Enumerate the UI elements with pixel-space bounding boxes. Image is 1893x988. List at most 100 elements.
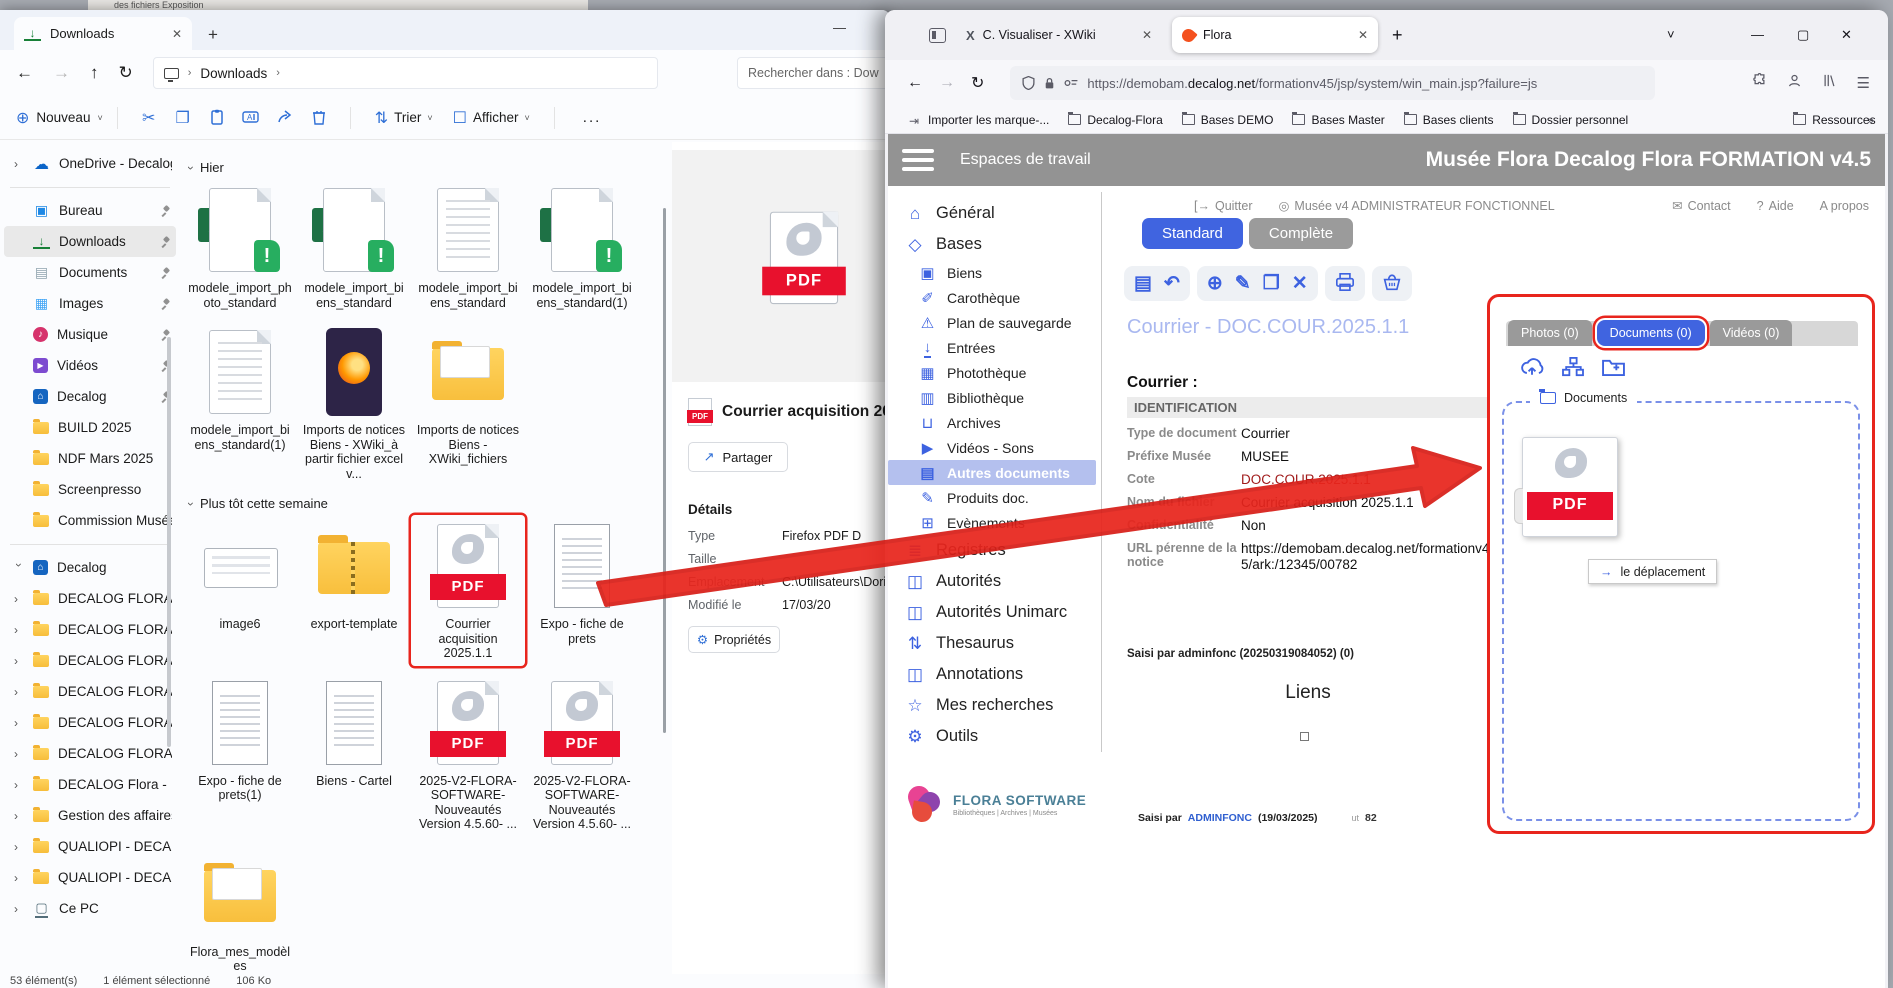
sidebar-item[interactable]: › QUALIOPI - DECA <box>4 862 176 893</box>
menu-item[interactable]: Bases <box>888 229 1102 260</box>
undo-button[interactable]: ↶ <box>1164 274 1180 293</box>
delete-record-button[interactable]: ✕ <box>1292 274 1308 293</box>
list-view-button[interactable]: ▤ <box>1134 274 1152 293</box>
sidebar-item[interactable]: › DECALOG FLORA <box>4 707 176 738</box>
chevron-icon[interactable]: › <box>14 654 24 668</box>
firefox-view-icon[interactable] <box>929 28 946 43</box>
tab-xwiki[interactable]: X C. Visualiser - XWiki ✕ <box>956 17 1162 53</box>
tab-close-icon[interactable]: ✕ <box>1358 28 1368 42</box>
menu-item[interactable]: Annotations <box>888 659 1102 690</box>
menu-item[interactable]: Autorités <box>888 566 1102 597</box>
file-item[interactable]: PDF Imports de notices Biens - XWiki_à p… <box>297 321 411 486</box>
file-item[interactable]: PDF modele_import_biens_standard(1) <box>183 321 297 486</box>
bookmark-item[interactable]: Bases Master <box>1292 113 1384 127</box>
help-link[interactable]: ?Aide <box>1757 199 1794 213</box>
file-item[interactable]: PDF 2025-V2-FLORA-SOFTWARE-Nouveautés Ve… <box>525 672 639 837</box>
sidebar-item[interactable]: › Commission Musée <box>4 505 176 536</box>
more-options-button[interactable]: ... <box>583 109 602 126</box>
breadcrumb[interactable]: › Downloads › <box>153 57 658 89</box>
file-item[interactable]: PDF modele_import_biens_standard <box>411 179 525 315</box>
menu-item[interactable]: Thesaurus <box>888 628 1102 659</box>
menu-item[interactable]: Biens <box>888 260 1102 285</box>
lock-icon[interactable] <box>1044 77 1055 90</box>
tab-flora[interactable]: Flora ✕ <box>1172 17 1378 53</box>
thumbnail-handle[interactable] <box>1514 488 1523 524</box>
forward-button[interactable]: → <box>53 63 70 83</box>
upload-icon[interactable] <box>1520 357 1544 383</box>
sidebar-item[interactable]: › NDF Mars 2025 <box>4 443 176 474</box>
chevron-icon[interactable]: › <box>14 623 24 637</box>
group-header-yesterday[interactable]: › Hier <box>189 160 661 175</box>
extensions-icon[interactable] <box>1752 73 1767 93</box>
menu-item[interactable]: Vidéos - Sons <box>888 435 1102 460</box>
new-button[interactable]: ⊕ Nouveau ˅ <box>16 108 103 128</box>
menu-item[interactable]: Entrées <box>888 335 1102 360</box>
new-tab-button[interactable]: + <box>1392 25 1403 46</box>
paste-button[interactable] <box>200 109 234 127</box>
chevron-icon[interactable]: › <box>14 747 24 761</box>
bookmark-item[interactable]: Dossier personnel <box>1513 113 1629 127</box>
bookmark-item[interactable]: Bases clients <box>1404 113 1494 127</box>
share-button[interactable] <box>268 109 302 127</box>
search-input[interactable]: Rechercher dans : Dow <box>737 57 890 89</box>
sidebar-item[interactable]: › DECALOG FLORA <box>4 583 176 614</box>
file-item[interactable]: PDF Imports de notices Biens - XWiki_fic… <box>411 321 525 486</box>
reload-button[interactable]: ↻ <box>971 73 984 93</box>
url-text[interactable]: https://demobam.decalog.net/formationv45… <box>1087 76 1537 91</box>
back-button[interactable]: ← <box>16 63 33 83</box>
refresh-button[interactable]: ↻ <box>119 63 133 83</box>
new-tab-button[interactable]: + <box>208 25 218 50</box>
file-item[interactable]: PDF Flora_mes_modèles <box>183 843 297 975</box>
file-item[interactable]: PDF modele_import_biens_standard <box>297 179 411 315</box>
list-all-tabs-icon[interactable]: ˅ <box>1667 27 1675 42</box>
menu-item[interactable]: Mes recherches <box>888 690 1102 721</box>
sidebar-item[interactable]: › Gestion des affaires <box>4 800 176 831</box>
file-item[interactable]: PDF 2025-V2-FLORA-SOFTWARE-Nouveautés Ve… <box>411 672 525 837</box>
tab-close-icon[interactable]: ✕ <box>1142 28 1152 42</box>
sidebar-item[interactable]: › DECALOG FLORA <box>4 645 176 676</box>
chevron-icon[interactable]: › <box>14 809 24 823</box>
copy-button[interactable]: ❐ <box>166 108 200 128</box>
group-header-earlier-this-week[interactable]: › Plus tôt cette semaine <box>189 496 661 511</box>
contact-link[interactable]: ✉Contact <box>1672 198 1731 213</box>
print-button[interactable] <box>1335 273 1355 295</box>
sidebar-item[interactable]: › Decalog <box>4 381 176 412</box>
breadcrumb-item[interactable]: Downloads <box>200 66 267 81</box>
menu-item[interactable]: Outils <box>888 721 1102 752</box>
forward-button[interactable]: → <box>939 74 955 92</box>
menu-item[interactable]: Général <box>888 198 1102 229</box>
sidebar-item[interactable]: › Bureau <box>4 195 176 226</box>
minimize-button[interactable]: — <box>1751 27 1764 42</box>
file-item[interactable]: PDF Expo - fiche de prets <box>525 515 639 666</box>
sidebar-item[interactable]: › DECALOG Flora - … <box>4 769 176 800</box>
edit-record-button[interactable]: ✎ <box>1235 274 1251 293</box>
media-tab[interactable]: Vidéos (0) <box>1710 320 1793 346</box>
sort-button[interactable]: ⇅ Trier ˅ <box>375 108 433 128</box>
file-item[interactable]: PDF Biens - Cartel <box>297 672 411 837</box>
about-link[interactable]: A propos <box>1820 199 1869 213</box>
menu-item[interactable]: Carothèque <box>888 285 1102 310</box>
file-item[interactable]: PDF export-template <box>297 515 411 666</box>
menu-item[interactable]: Photothèque <box>888 360 1102 385</box>
menu-item[interactable]: Archives <box>888 410 1102 435</box>
media-tab[interactable]: Documents (0) <box>1597 320 1705 346</box>
pdf-document-thumbnail[interactable]: PDF <box>1522 437 1618 537</box>
sidebar-item[interactable]: › BUILD 2025 <box>4 412 176 443</box>
bookmark-item[interactable]: Bases DEMO <box>1182 113 1274 127</box>
sidebar-item[interactable]: › Musique <box>4 319 176 350</box>
container-icon[interactable] <box>1064 77 1078 89</box>
grid-scrollbar[interactable] <box>663 208 666 733</box>
share-file-button[interactable]: ↗ Partager <box>688 442 788 472</box>
links-checkbox[interactable] <box>1300 732 1309 741</box>
complete-mode-button[interactable]: Complète <box>1249 218 1353 249</box>
copy-record-button[interactable]: ❐ <box>1263 274 1280 293</box>
tab-close-icon[interactable]: ✕ <box>172 27 182 41</box>
chevron-icon[interactable]: › <box>14 157 24 171</box>
sidebar-item[interactable]: › Downloads <box>4 226 176 257</box>
chevron-icon[interactable]: › <box>14 840 24 854</box>
rename-button[interactable]: A <box>234 109 268 127</box>
menu-item[interactable]: Bibliothèque <box>888 385 1102 410</box>
bookmarks-overflow-icon[interactable]: » <box>1867 113 1874 127</box>
basket-button[interactable] <box>1382 273 1402 295</box>
sidebar-scrollbar[interactable] <box>167 337 171 747</box>
